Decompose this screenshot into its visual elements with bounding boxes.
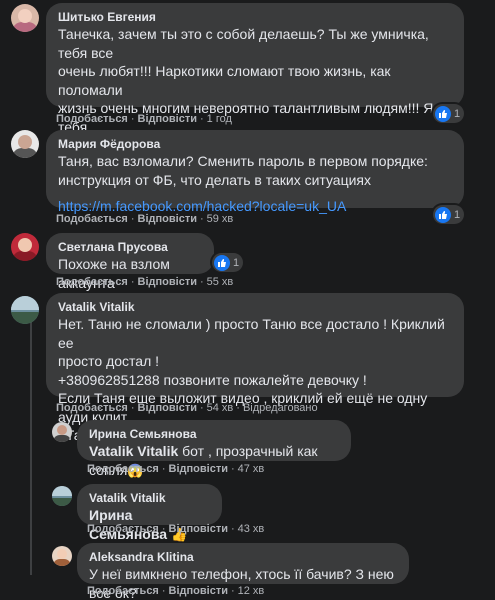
- like-button[interactable]: Подобається: [56, 213, 128, 225]
- reply-bubble: Ирина Семьянова Vatalik Vitalik бот , пр…: [77, 420, 351, 478]
- reaction-badge[interactable]: 1: [433, 205, 465, 224]
- comment-time[interactable]: 54 хв: [207, 402, 234, 414]
- reply-button[interactable]: Відповісти: [169, 585, 228, 597]
- reply-bubble: Aleksandra Klitina У неї вимкнено телефо…: [77, 543, 409, 600]
- reaction-badge[interactable]: 1: [212, 253, 244, 272]
- comment-time[interactable]: 55 хв: [207, 276, 234, 288]
- reply-time[interactable]: 12 хв: [238, 585, 265, 597]
- reply-actions: Подобається · Відповісти · 47 хв: [87, 463, 265, 475]
- reply-actions: Подобається · Відповісти · 12 хв: [87, 585, 265, 597]
- comment-bubble: Шитько Евгения Танечка, зачем ты это с с…: [46, 3, 464, 190]
- avatar[interactable]: [11, 4, 39, 32]
- reaction-count: 1: [454, 208, 461, 221]
- comment-actions: Подобається · Відповісти · 59 хв: [56, 213, 234, 225]
- mention-link[interactable]: Vatalik Vitalik: [89, 443, 178, 459]
- reply-button[interactable]: Відповісти: [138, 402, 197, 414]
- avatar[interactable]: [11, 296, 39, 324]
- like-icon: [435, 105, 451, 122]
- reply-button[interactable]: Відповісти: [169, 463, 228, 475]
- reply-time[interactable]: 47 хв: [238, 463, 265, 475]
- reply-thread-line: [30, 320, 32, 575]
- comment-author[interactable]: Шитько Евгения: [58, 9, 452, 25]
- comment-bubble: Мария Фёдорова Таня, вас взломали? Смени…: [46, 130, 464, 214]
- reaction-count: 1: [454, 107, 461, 120]
- like-icon: [435, 206, 451, 223]
- like-button[interactable]: Подобається: [56, 276, 128, 288]
- like-button[interactable]: Подобається: [87, 523, 159, 535]
- comment-actions: Подобається · Відповісти · 54 хв · Відредагова…: [56, 402, 318, 414]
- reply-button[interactable]: Відповісти: [138, 113, 197, 125]
- like-button[interactable]: Подобається: [56, 113, 128, 125]
- comment-time[interactable]: 59 хв: [207, 213, 234, 225]
- avatar[interactable]: [52, 486, 72, 506]
- reply-author[interactable]: Aleksandra Klitina: [89, 549, 397, 565]
- avatar[interactable]: [11, 130, 39, 158]
- avatar[interactable]: [11, 233, 39, 261]
- reply-button[interactable]: Відповісти: [138, 276, 197, 288]
- comment-text: Таня, вас взломали? Сменить пароль в пер…: [58, 153, 428, 188]
- comment-time[interactable]: 1 год: [207, 113, 232, 125]
- avatar[interactable]: [52, 422, 72, 442]
- reaction-count: 1: [233, 256, 240, 269]
- comment-bubble: Светлана Прусова Похоже на взлом аккаунт…: [46, 233, 214, 291]
- comment-author[interactable]: Vatalik Vitalik: [58, 299, 452, 315]
- avatar[interactable]: [52, 546, 72, 566]
- like-button[interactable]: Подобається: [87, 463, 159, 475]
- reply-button[interactable]: Відповісти: [138, 213, 197, 225]
- reply-bubble: Vatalik Vitalik Ирина Семьянова 👍: [77, 484, 222, 542]
- comment-author[interactable]: Светлана Прусова: [58, 239, 202, 255]
- reply-button[interactable]: Відповісти: [169, 523, 228, 535]
- reply-author[interactable]: Ирина Семьянова: [89, 426, 339, 442]
- like-button[interactable]: Подобається: [87, 585, 159, 597]
- comment-actions: Подобається · Відповісти · 1 год: [56, 113, 232, 125]
- like-button[interactable]: Подобається: [56, 402, 128, 414]
- edited-label: Відредаговано: [242, 402, 318, 414]
- comment-author[interactable]: Мария Фёдорова: [58, 136, 452, 152]
- comment-bubble: Vatalik Vitalik Нет. Таню не сломали ) п…: [46, 293, 464, 443]
- reply-time[interactable]: 43 хв: [238, 523, 265, 535]
- reply-author[interactable]: Vatalik Vitalik: [89, 490, 210, 506]
- reply-actions: Подобається · Відповісти · 43 хв: [87, 523, 265, 535]
- comment-actions: Подобається · Відповісти · 55 хв: [56, 276, 234, 288]
- like-icon: [214, 254, 230, 271]
- reaction-badge[interactable]: 1: [433, 104, 465, 123]
